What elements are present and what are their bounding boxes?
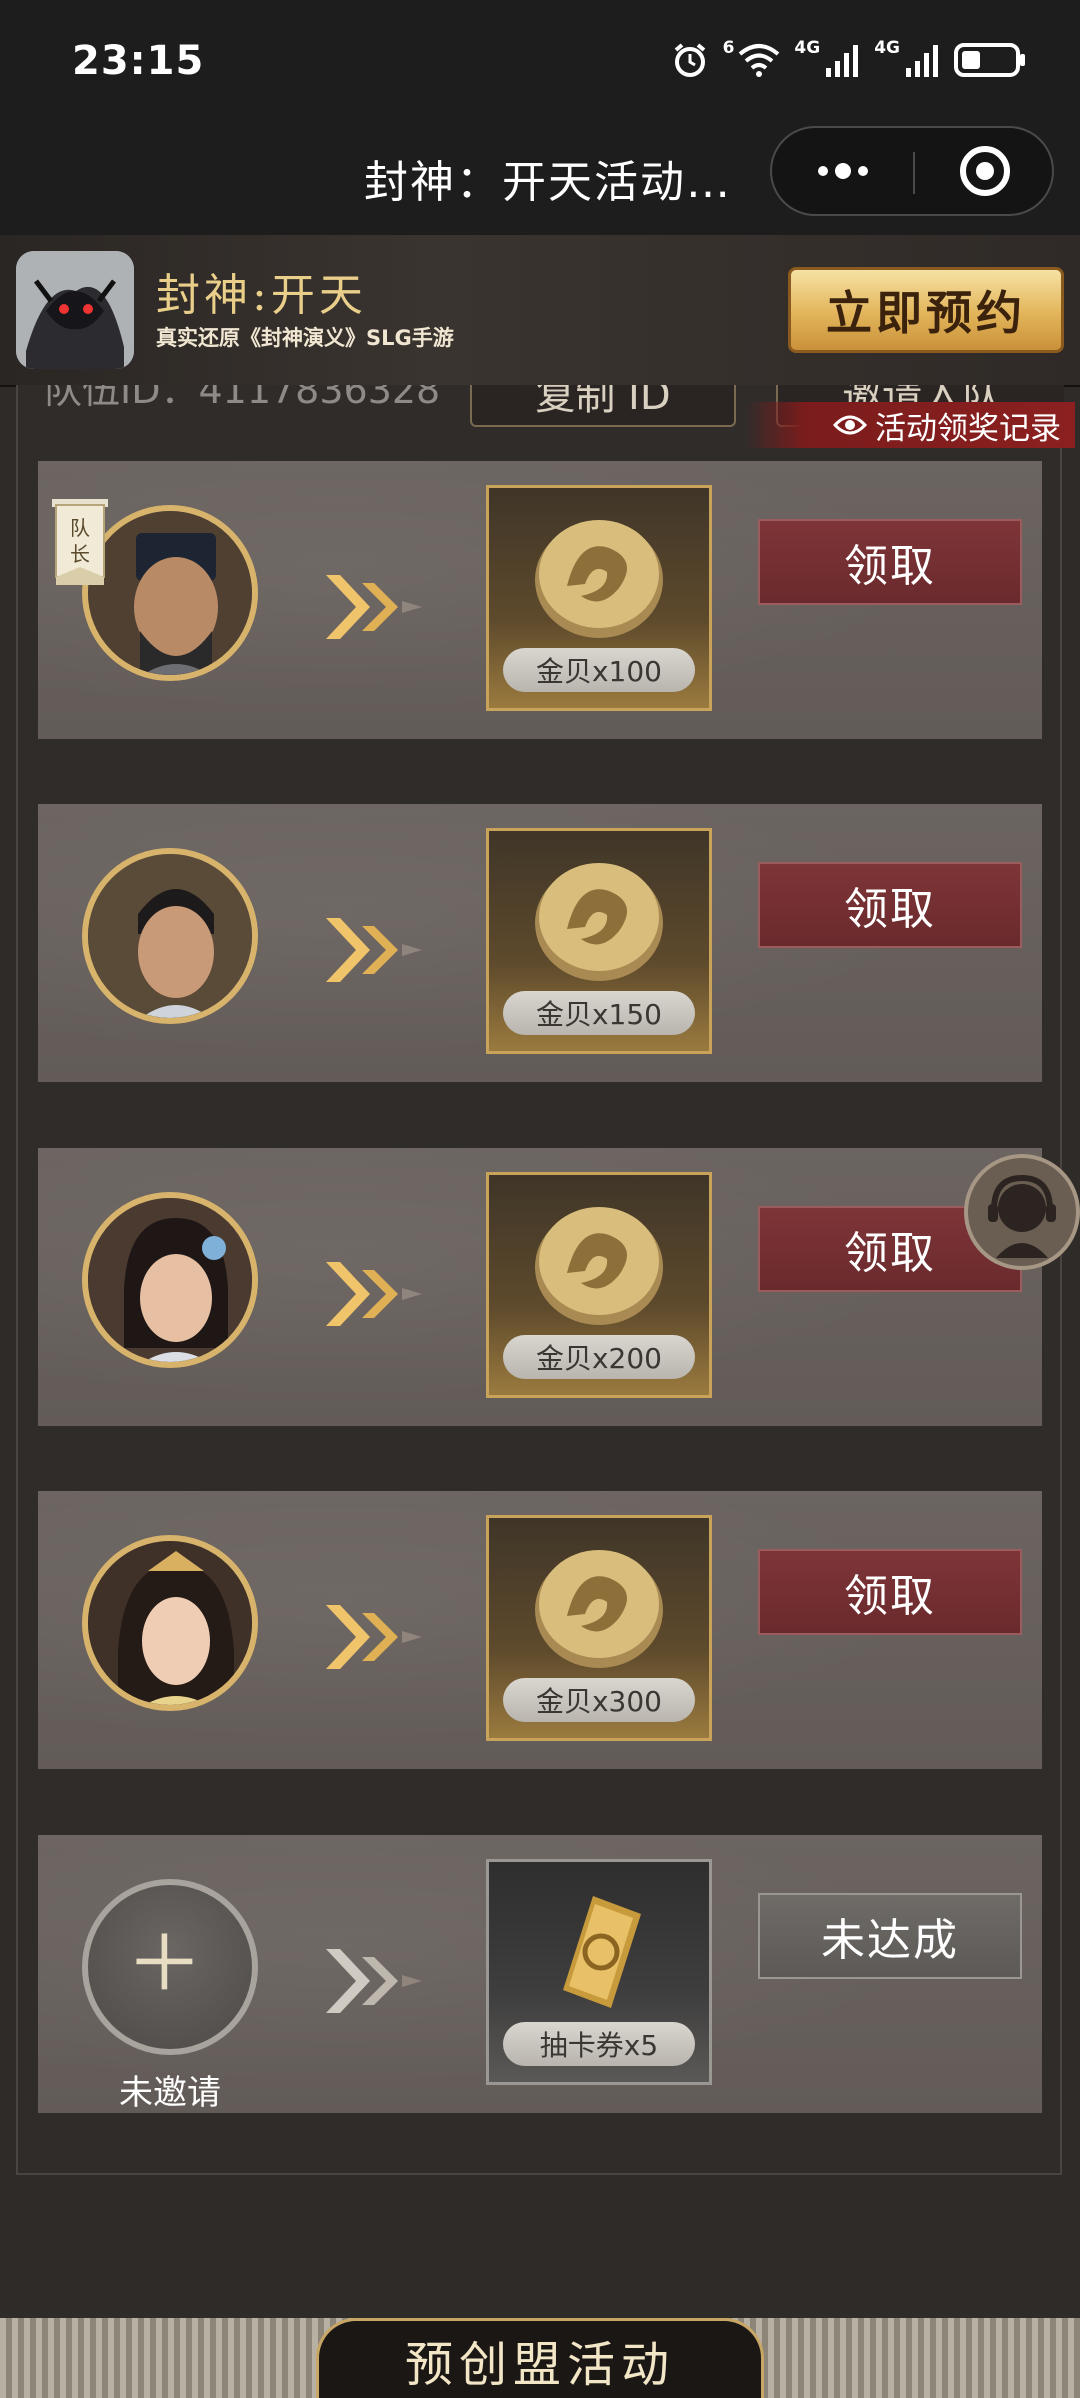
reward-label: 金贝x200 [503, 1335, 695, 1379]
more-button[interactable] [772, 128, 913, 214]
customer-support-button[interactable] [964, 1154, 1080, 1270]
wifi-label: 6 [722, 38, 735, 58]
team-id-text: 队伍ID：4117836328 [44, 385, 441, 412]
claim-button[interactable]: 领取 [758, 1549, 1022, 1635]
mini-program-title-bar: 封神：开天活动… [0, 120, 1080, 235]
svg-text:队: 队 [70, 516, 90, 540]
signal-icon [906, 45, 938, 77]
records-label: 活动领奖记录 [875, 410, 1061, 447]
network-label-1: 4G [794, 38, 821, 58]
gold-shell-icon [535, 1207, 663, 1325]
network-label-2: 4G [874, 38, 900, 58]
gold-shell-icon [535, 1550, 663, 1668]
reward-row: 金贝x150 领取 [38, 804, 1042, 1082]
reward-item: 抽卡券x5 [486, 1859, 712, 2085]
capsule-menu [770, 126, 1054, 216]
reward-item: 金贝x100 [486, 485, 712, 711]
game-banner[interactable]: 封神:开天 真实还原《封神演义》SLG手游 立即预约 [0, 235, 1080, 387]
reward-label: 金贝x100 [503, 648, 695, 692]
double-chevron-icon [326, 1605, 422, 1669]
leader-badge-icon: 队 长 [52, 499, 108, 585]
not-achieved-button: 未达成 [758, 1893, 1022, 1979]
plus-icon [136, 1933, 193, 1990]
status-bar: 23:15 6 4G 4G [0, 0, 1080, 120]
member-avatar [82, 848, 258, 1024]
signal-icon [826, 45, 859, 77]
reward-label: 金贝x150 [503, 991, 695, 1035]
double-chevron-icon [326, 1262, 422, 1326]
more-dots-icon [817, 163, 868, 179]
reward-item: 金贝x150 [486, 828, 712, 1054]
headset-agent-icon [988, 1174, 1056, 1258]
reward-label: 金贝x300 [503, 1678, 695, 1722]
double-chevron-icon [326, 575, 422, 639]
reserve-button[interactable]: 立即预约 [788, 267, 1064, 353]
status-icons: 6 4G 4G [671, 36, 1028, 84]
reward-row: 未邀请 抽卡券x5 未达成 [38, 1835, 1042, 2113]
award-records-link[interactable]: 活动领奖记录 [745, 402, 1075, 448]
battery-icon [954, 43, 1025, 77]
reward-item: 金贝x300 [486, 1515, 712, 1741]
close-button[interactable] [915, 128, 1054, 214]
status-time: 23:15 [72, 38, 205, 84]
member-avatar [82, 1192, 258, 1368]
reward-row: 金贝x300 领取 [38, 1491, 1042, 1769]
invite-slot[interactable] [82, 1879, 258, 2055]
double-chevron-icon [326, 918, 422, 982]
page-title: 封神：开天活动… [364, 157, 732, 208]
eye-icon [833, 415, 867, 435]
claim-button[interactable]: 领取 [758, 519, 1022, 605]
alliance-activity-tab[interactable]: 预创盟活动 [316, 2318, 764, 2398]
copy-id-button[interactable]: 复制 ID [470, 385, 736, 427]
claim-button[interactable]: 领取 [758, 862, 1022, 948]
double-chevron-icon [326, 1949, 422, 2013]
target-close-icon [959, 146, 1010, 196]
reward-row: 队 长 金贝x100 领取 [38, 461, 1042, 739]
alarm-icon [674, 43, 705, 77]
game-subtitle: 真实还原《封神演义》SLG手游 [156, 326, 454, 350]
game-title: 封神:开天 [156, 270, 367, 321]
reward-item: 金贝x200 [486, 1172, 712, 1398]
gold-shell-icon [535, 520, 663, 638]
wifi-icon [739, 44, 780, 77]
gold-shell-icon [535, 863, 663, 981]
svg-text:长: 长 [70, 542, 90, 566]
member-avatar [82, 1535, 258, 1711]
gacha-ticket-icon [563, 1896, 641, 2008]
reward-row: 金贝x200 领取 [38, 1148, 1042, 1426]
reward-label: 抽卡券x5 [503, 2022, 695, 2066]
game-icon [16, 251, 134, 369]
member-status-label: 未邀请 [119, 2073, 221, 2113]
